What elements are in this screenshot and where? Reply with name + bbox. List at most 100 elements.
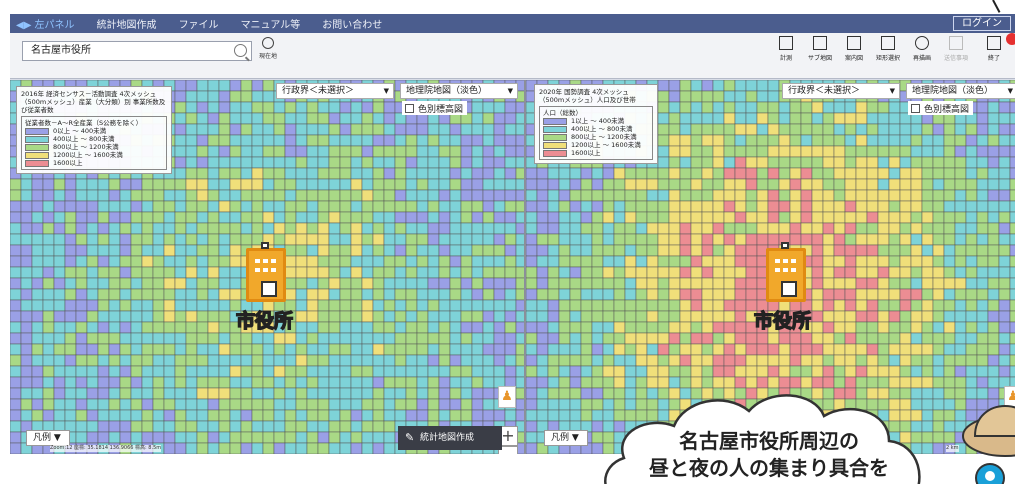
menu-create-map[interactable]: 統計地図作成: [97, 16, 157, 31]
mesh-cell: [405, 167, 418, 180]
left-map-pane[interactable]: 2016年 経済センサス－活動調査 4次メッシュ（500mメッシュ）産業（大分類…: [10, 80, 524, 454]
mesh-cell: [965, 321, 978, 334]
mesh-cell: [526, 288, 538, 301]
mesh-cell: [558, 233, 571, 246]
mesh-cell: [767, 123, 780, 136]
mesh-cell: [163, 365, 176, 378]
mesh-cell: [547, 255, 560, 268]
mesh-cell: [306, 365, 319, 378]
mesh-cell: [20, 343, 33, 356]
mesh-cell: [536, 178, 549, 191]
exit-icon: [987, 36, 1001, 50]
guide-map-button[interactable]: 案内図: [838, 36, 870, 62]
mesh-cell: [207, 233, 220, 246]
rect-select-button[interactable]: 矩形選択: [872, 36, 904, 62]
mesh-cell: [350, 112, 363, 125]
mesh-cell: [558, 200, 571, 213]
mesh-cell: [449, 123, 462, 136]
left-legend-subtitle: 従業者数－A～R全産業（S公務を除く）: [25, 119, 143, 127]
mesh-cell: [723, 80, 736, 92]
mesh-cell: [668, 145, 681, 158]
mesh-cell: [910, 145, 923, 158]
right-basemap-select[interactable]: 地理院地図（淡色） ▼: [906, 83, 1015, 99]
city-hall-icon[interactable]: [246, 242, 286, 302]
submap-button[interactable]: サブ地図: [804, 36, 836, 62]
mesh-cell: [800, 156, 813, 169]
pegman-icon[interactable]: ♟: [498, 386, 516, 408]
menu-contact[interactable]: お問い合わせ: [322, 16, 382, 31]
mesh-cell: [86, 233, 99, 246]
right-legend-toggle[interactable]: 凡例 ▼: [544, 430, 588, 446]
menu-manual[interactable]: マニュアル等: [241, 16, 301, 31]
mesh-cell: [163, 233, 176, 246]
mesh-cell: [196, 299, 209, 312]
menu-left-panel[interactable]: ◀▶ 左パネル: [16, 16, 75, 31]
mesh-cell: [207, 310, 220, 323]
mesh-cell: [207, 211, 220, 224]
mesh-cell: [383, 211, 396, 224]
checkbox-box[interactable]: [911, 103, 920, 113]
mesh-cell: [339, 178, 352, 191]
checkbox-box[interactable]: [405, 103, 414, 113]
mesh-cell: [328, 365, 341, 378]
mesh-cell: [108, 266, 121, 279]
mesh-cell: [602, 288, 615, 301]
mesh-cell: [174, 233, 187, 246]
mesh-cell: [745, 211, 758, 224]
login-button[interactable]: ログイン: [953, 16, 1011, 31]
mesh-cell: [723, 145, 736, 158]
mesh-cell: [284, 156, 297, 169]
mesh-cell: [174, 310, 187, 323]
search-icon[interactable]: [234, 44, 247, 57]
mesh-cell: [657, 101, 670, 114]
mesh-cell: [405, 189, 418, 202]
mesh-cell: [119, 343, 132, 356]
mesh-cell: [789, 167, 802, 180]
mesh-cell: [471, 409, 484, 422]
mesh-cell: [174, 90, 187, 103]
mesh-cell: [416, 134, 429, 147]
right-relief-checkbox[interactable]: 色別標高図: [908, 101, 974, 115]
search-input[interactable]: 名古屋市役所: [22, 41, 252, 61]
measure-button[interactable]: 計測: [770, 36, 802, 62]
create-stat-map-button[interactable]: 統計地図作成: [398, 426, 502, 450]
mesh-cell: [833, 233, 846, 246]
mesh-cell: [130, 244, 143, 257]
mesh-cell: [295, 222, 308, 235]
mesh-cell: [251, 420, 264, 433]
mesh-cell: [844, 288, 857, 301]
left-basemap-select[interactable]: 地理院地図（淡色） ▼: [400, 83, 518, 99]
mesh-cell: [361, 354, 374, 367]
left-boundary-select[interactable]: 行政界＜未選択＞ ▼: [276, 83, 394, 99]
mesh-cell: [877, 156, 890, 169]
city-hall-icon[interactable]: [766, 242, 806, 302]
menu-file[interactable]: ファイル: [179, 16, 219, 31]
mesh-cell: [218, 343, 231, 356]
mesh-cell: [350, 310, 363, 323]
mesh-cell: [394, 244, 407, 257]
mesh-cell: [789, 189, 802, 202]
mesh-cell: [668, 343, 681, 356]
mesh-cell: [416, 167, 429, 180]
mesh-cell: [1009, 189, 1015, 202]
mesh-cell: [361, 211, 374, 224]
left-relief-checkbox[interactable]: 色別標高図: [402, 101, 468, 115]
redraw-button[interactable]: 再描画: [906, 36, 938, 62]
left-legend-toggle[interactable]: 凡例 ▼: [26, 430, 70, 446]
mesh-cell: [42, 200, 55, 213]
mesh-cell: [284, 189, 297, 202]
mesh-cell: [185, 299, 198, 312]
mesh-cell: [536, 167, 549, 180]
locate-button[interactable]: 現在地: [256, 37, 280, 60]
mesh-cell: [229, 376, 242, 389]
mesh-cell: [558, 244, 571, 257]
mesh-cell: [1009, 156, 1015, 169]
mesh-cell: [745, 277, 758, 290]
mesh-cell: [108, 189, 121, 202]
mesh-cell: [493, 409, 506, 422]
mesh-cell: [64, 211, 77, 224]
mesh-cell: [602, 354, 615, 367]
right-boundary-select[interactable]: 行政界＜未選択＞ ▼: [782, 83, 900, 99]
mesh-cell: [943, 376, 956, 389]
mesh-cell: [1009, 266, 1015, 279]
